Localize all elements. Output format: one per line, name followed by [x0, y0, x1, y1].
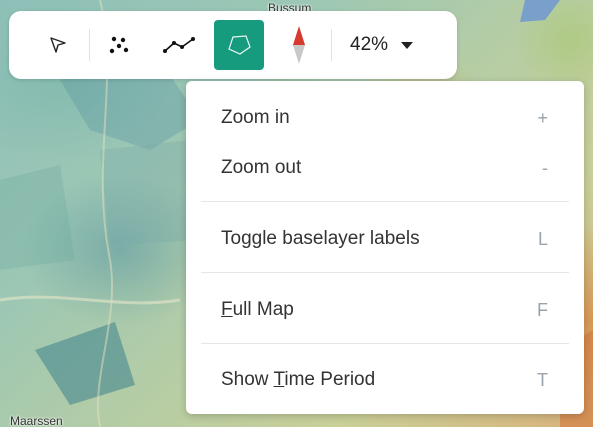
menu-item-toggle-baselayer-labels[interactable]: Toggle baselayer labels L	[186, 217, 584, 261]
menu-item-label-prefix: Show	[221, 369, 274, 390]
menu-item-label: Zoom in	[221, 107, 290, 128]
menu-divider	[201, 343, 569, 344]
map-toolbar: 42%	[9, 11, 457, 79]
zoom-level-dropdown[interactable]: 42%	[339, 20, 429, 70]
points-tool-button[interactable]	[94, 20, 144, 70]
zoom-menu: Zoom in + Zoom out - Toggle baselayer la…	[186, 81, 584, 414]
menu-item-shortcut: L	[537, 228, 548, 249]
menu-item-mnemonic: T	[273, 369, 285, 390]
map-label-maarssen: Maarssen	[10, 414, 63, 427]
menu-item-label-suffix: ime Period	[284, 369, 376, 390]
menu-item-label: Show Time Period	[221, 369, 375, 391]
polygon-tool-button[interactable]	[214, 20, 264, 70]
points-icon	[109, 36, 129, 54]
toolbar-divider	[89, 29, 90, 61]
menu-item-label: Toggle baselayer labels	[221, 228, 420, 249]
menu-item-zoom-in[interactable]: Zoom in +	[186, 96, 584, 140]
menu-item-label-suffix: ull Map	[232, 299, 294, 320]
compass-button[interactable]	[274, 20, 324, 70]
menu-item-full-map[interactable]: Full Map F	[186, 288, 584, 332]
menu-item-shortcut: F	[537, 299, 548, 320]
select-tool-button[interactable]	[33, 20, 83, 70]
menu-item-shortcut: -	[542, 157, 548, 178]
menu-item-zoom-out[interactable]: Zoom out -	[186, 146, 584, 190]
menu-item-shortcut: +	[537, 107, 548, 128]
line-tool-button[interactable]	[154, 20, 204, 70]
toolbar-divider	[331, 29, 332, 61]
zoom-level-value: 42%	[350, 34, 389, 55]
menu-item-label: Full Map	[221, 299, 294, 321]
polygon-icon	[228, 35, 251, 55]
compass-icon	[293, 26, 305, 64]
menu-item-label: Zoom out	[221, 157, 302, 178]
menu-item-shortcut: T	[537, 369, 548, 390]
polyline-icon	[163, 37, 195, 53]
menu-divider	[201, 272, 569, 273]
menu-item-mnemonic: F	[221, 299, 233, 320]
menu-item-show-time-period[interactable]: Show Time Period T	[186, 358, 584, 402]
pointer-icon	[50, 37, 66, 53]
caret-down-icon	[401, 41, 414, 49]
menu-divider	[201, 201, 569, 202]
